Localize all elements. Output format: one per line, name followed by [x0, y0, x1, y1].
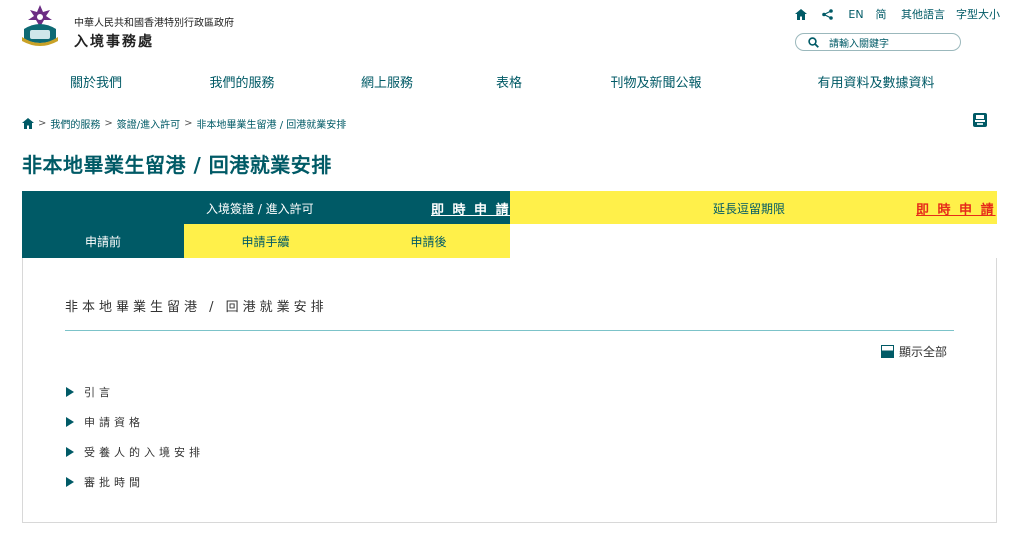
nav-item-about[interactable]: 關於我們	[70, 72, 122, 91]
accordion-label[interactable]: 申請資格	[84, 414, 144, 430]
tab-visa-entry-permit[interactable]: 入境簽證 / 進入許可 即 時 申 請	[22, 191, 510, 224]
page-title: 非本地畢業生留港 / 回港就業安排	[22, 153, 332, 177]
subtab-before-application[interactable]: 申請前	[22, 224, 184, 258]
accordion-label[interactable]: 受養人的入境安排	[84, 444, 204, 460]
visa-apply-now-link[interactable]: 即 時 申 請	[431, 199, 511, 218]
department-name[interactable]: 入境事務處	[74, 31, 154, 51]
show-all-label[interactable]: 顯示全部	[899, 343, 947, 360]
share-icon[interactable]	[820, 6, 834, 22]
show-all-checkbox-icon[interactable]	[881, 344, 894, 358]
extension-apply-now-link[interactable]: 即 時 申 請	[916, 199, 996, 218]
breadcrumb-separator: >	[38, 117, 47, 129]
home-icon[interactable]	[794, 6, 808, 22]
accordion-item-eligibility[interactable]: 申請資格	[66, 414, 144, 430]
breadcrumb-item-current: 非本地畢業生留港 / 回港就業安排	[196, 119, 347, 131]
print-icon[interactable]	[972, 112, 988, 128]
breadcrumb-separator: >	[104, 117, 113, 129]
nav-item-publications[interactable]: 刊物及新聞公報	[610, 72, 701, 91]
search-input[interactable]: 請輸入關鍵字	[795, 33, 961, 51]
nav-item-services[interactable]: 我們的服務	[209, 72, 274, 91]
tab-extension-label[interactable]: 延長逗留期限	[713, 200, 785, 217]
section-divider	[65, 330, 954, 331]
nav-item-forms[interactable]: 表格	[496, 72, 522, 91]
tab-extension-of-stay[interactable]: 延長逗留期限 即 時 申 請	[510, 191, 997, 224]
expand-arrow-icon[interactable]	[66, 417, 74, 427]
accordion-item-dependants[interactable]: 受養人的入境安排	[66, 444, 204, 460]
section-title: 非本地畢業生留港 / 回港就業安排	[65, 300, 328, 315]
expand-arrow-icon[interactable]	[66, 477, 74, 487]
tab-visa-label[interactable]: 入境簽證 / 進入許可	[206, 200, 314, 217]
accordion-label[interactable]: 審批時間	[84, 474, 144, 490]
department-logo[interactable]	[18, 3, 62, 47]
font-size-link[interactable]: 字型大小	[955, 6, 1001, 22]
subtab-after-application[interactable]: 申請後	[347, 224, 510, 258]
expand-arrow-icon[interactable]	[66, 387, 74, 397]
simplified-chinese-link[interactable]: 简	[874, 6, 888, 22]
nav-item-eservices[interactable]: 網上服務	[361, 72, 413, 91]
accordion-item-introduction[interactable]: 引言	[66, 384, 114, 400]
english-language-link[interactable]: EN	[846, 6, 866, 22]
expand-arrow-icon[interactable]	[66, 447, 74, 457]
accordion-item-processing-time[interactable]: 審批時間	[66, 474, 144, 490]
breadcrumb-home-icon[interactable]	[22, 117, 34, 129]
subtab-application-procedure[interactable]: 申請手續	[184, 224, 347, 258]
nav-item-statistics[interactable]: 有用資料及數據資料	[817, 72, 934, 91]
breadcrumb-item-services[interactable]: 我們的服務	[50, 116, 100, 131]
breadcrumb: > 我們的服務 > 簽證/進入許可 > 非本地畢業生留港 / 回港就業安排	[22, 116, 347, 131]
search-icon[interactable]	[808, 36, 819, 48]
breadcrumb-separator: >	[184, 117, 193, 129]
other-languages-link[interactable]: 其他語言	[900, 6, 946, 22]
accordion-label[interactable]: 引言	[84, 384, 114, 400]
show-all-toggle[interactable]: 顯示全部	[881, 343, 947, 359]
government-name: 中華人民共和國香港特別行政區政府	[74, 18, 234, 29]
breadcrumb-item-visa[interactable]: 簽證/進入許可	[117, 116, 180, 131]
search-placeholder: 請輸入關鍵字	[829, 38, 889, 50]
